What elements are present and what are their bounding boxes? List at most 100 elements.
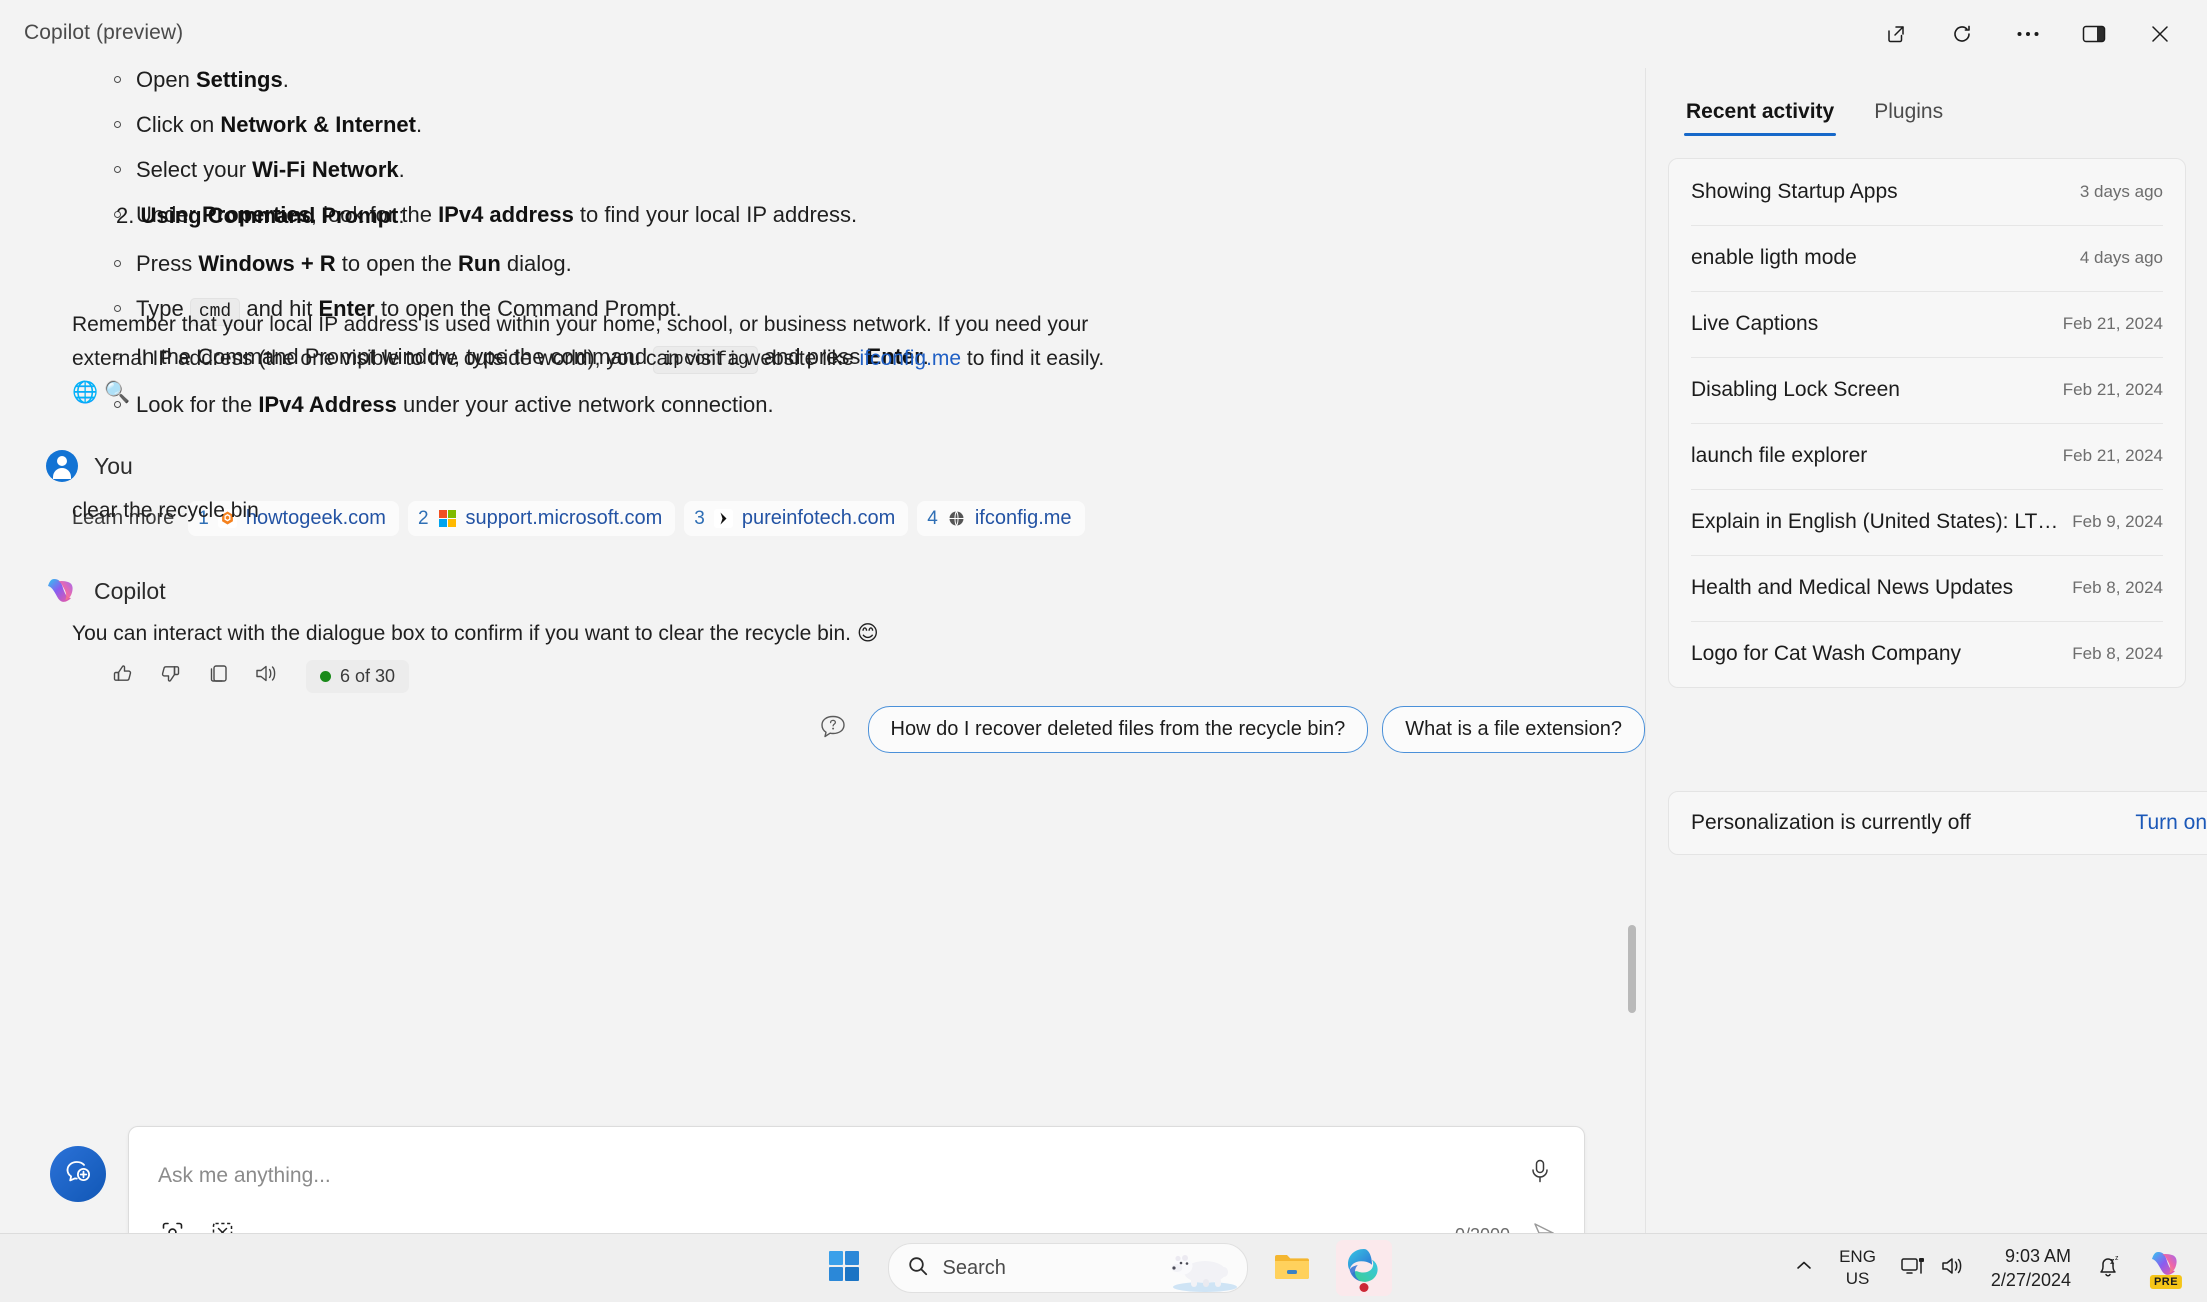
window-controls xyxy=(1863,7,2193,61)
step-bold-2: Run xyxy=(458,251,501,276)
title-bar: Copilot (preview) xyxy=(0,0,2207,68)
tab-recent-activity[interactable]: Recent activity xyxy=(1666,90,1854,140)
snip-scissors-icon xyxy=(210,1220,235,1234)
open-in-new-window-button[interactable] xyxy=(1863,7,1929,61)
activity-label: Explain in English (United States): LTPO… xyxy=(1691,510,2073,533)
activity-item-6[interactable]: Explain in English (United States): LTPO… xyxy=(1669,489,2185,555)
globe-favicon xyxy=(947,509,966,528)
activity-time: 4 days ago xyxy=(2079,248,2163,267)
copy-icon xyxy=(206,661,231,691)
activity-item-4[interactable]: Disabling Lock Screen Feb 21, 2024 xyxy=(1669,357,2185,423)
search-icon xyxy=(907,1255,929,1282)
refresh-button[interactable] xyxy=(1929,7,1995,61)
send-icon xyxy=(1531,1220,1557,1234)
taskbar-search-box[interactable]: Search xyxy=(887,1243,1248,1293)
copy-button[interactable] xyxy=(196,656,240,696)
send-button[interactable] xyxy=(1526,1217,1562,1234)
step-bold: Settings xyxy=(195,68,283,92)
activity-item-1[interactable]: Showing Startup Apps 3 days ago xyxy=(1669,159,2185,225)
split-pane-button[interactable] xyxy=(2061,7,2127,61)
assistant-message-header: Copilot xyxy=(44,574,166,608)
composer[interactable]: 0/2000 xyxy=(128,1126,1585,1234)
step-bold: Network & Internet xyxy=(220,112,416,137)
chevron-up-icon xyxy=(1793,1255,1815,1282)
personalization-card: Personalization is currently off Turn on xyxy=(1668,791,2207,855)
message-author: You xyxy=(94,452,133,479)
new-chat-bubble-plus-icon xyxy=(63,1157,93,1192)
citation-site: support.microsoft.com xyxy=(465,507,663,529)
activity-item-5[interactable]: launch file explorer Feb 21, 2024 xyxy=(1669,423,2185,489)
activity-time: Feb 8, 2024 xyxy=(2072,644,2163,663)
step-text: Open xyxy=(136,68,196,92)
more-options-button[interactable] xyxy=(1995,7,2061,61)
activity-label: Live Captions xyxy=(1691,312,1819,335)
language-indicator[interactable]: ENG US xyxy=(1829,1240,1886,1296)
list-title: Using Command Prompt xyxy=(140,203,399,228)
read-aloud-button[interactable] xyxy=(244,656,288,696)
thumbs-up-icon xyxy=(110,661,135,691)
windows-start-icon xyxy=(827,1249,861,1288)
activity-item-2[interactable]: enable ligth mode 4 days ago xyxy=(1669,225,2185,291)
copilot-tray-button[interactable]: PRE xyxy=(2137,1240,2195,1296)
citation-number: 4 xyxy=(927,507,938,529)
citation-chip-3[interactable]: 3 pureinfotech.com xyxy=(684,501,909,536)
polar-bear-image xyxy=(1163,1246,1241,1292)
turn-on-link[interactable]: Turn on xyxy=(2135,811,2207,835)
search-input[interactable] xyxy=(156,1163,1420,1189)
step-bold: Windows + R xyxy=(198,251,336,276)
ordered-list-item-2: 2. Using Command Prompt: xyxy=(116,198,405,234)
list-item: Click on Network & Internet. xyxy=(100,107,1550,143)
suggestion-chip-1[interactable]: How do I recover deleted files from the … xyxy=(867,706,1369,753)
thumbs-down-icon xyxy=(158,661,183,691)
open-external-icon xyxy=(1885,23,1907,45)
edge-icon xyxy=(1345,1247,1383,1290)
clock[interactable]: 9:03 AM 2/27/2024 xyxy=(1981,1240,2081,1296)
activity-label: launch file explorer xyxy=(1691,444,1868,467)
ifconfig-link[interactable]: ifconfig.me xyxy=(860,347,962,370)
new-chat-button[interactable] xyxy=(50,1146,106,1202)
close-button[interactable] xyxy=(2127,7,2193,61)
language-indicator-text: ENG US xyxy=(1839,1246,1876,1290)
response-counter: 6 of 30 xyxy=(306,659,410,693)
split-pane-icon xyxy=(2082,24,2106,44)
chat-scrollbar-thumb[interactable] xyxy=(1628,925,1636,1013)
activity-time: Feb 21, 2024 xyxy=(2062,314,2163,333)
start-button[interactable] xyxy=(816,1240,872,1296)
microphone-button[interactable] xyxy=(1520,1153,1560,1193)
activity-time: Feb 9, 2024 xyxy=(2072,512,2163,531)
step-mid: to open the xyxy=(335,251,458,276)
thumbs-up-button[interactable] xyxy=(100,656,144,696)
chat-scrollbar-track[interactable] xyxy=(1626,68,1638,1234)
microsoft-edge-button[interactable] xyxy=(1335,1240,1392,1296)
taskbar-search-placeholder: Search xyxy=(942,1256,1006,1279)
list-number: 2. xyxy=(116,203,135,228)
copilot-icon xyxy=(44,574,78,608)
suggestion-chip-2[interactable]: What is a file extension? xyxy=(1382,706,1645,753)
tray-overflow-button[interactable] xyxy=(1783,1240,1825,1296)
activity-item-8[interactable]: Logo for Cat Wash Company Feb 8, 2024 xyxy=(1669,621,2185,687)
user-message-text: clear the recycle bin xyxy=(72,499,259,522)
activity-item-7[interactable]: Health and Medical News Updates Feb 8, 2… xyxy=(1669,555,2185,621)
activity-item-3[interactable]: Live Captions Feb 21, 2024 xyxy=(1669,291,2185,357)
snip-screenshot-button[interactable] xyxy=(201,1216,243,1234)
citation-chip-4[interactable]: 4 ifconfig.me xyxy=(917,501,1085,536)
notifications-button[interactable]: zz xyxy=(2085,1240,2133,1296)
copilot-window: Copilot (preview) Open Settings. Click o… xyxy=(0,0,2207,1302)
step-tail: . xyxy=(282,68,289,92)
network-volume-button[interactable] xyxy=(1890,1240,1977,1296)
tab-plugins[interactable]: Plugins xyxy=(1854,90,1963,140)
activity-label: Showing Startup Apps xyxy=(1691,180,1898,203)
system-tray: ENG US 9:03 AM 2/27/2024 z z PRE xyxy=(1783,1234,2195,1302)
status-dot-icon xyxy=(320,670,331,682)
citation-chip-2[interactable]: 2 support.microsoft.com xyxy=(407,501,676,536)
thumbs-down-button[interactable] xyxy=(148,656,192,696)
volume-icon xyxy=(1940,1254,1967,1283)
ellipsis-icon xyxy=(2016,30,2040,38)
close-icon xyxy=(2149,23,2171,45)
microphone-icon xyxy=(1528,1158,1552,1189)
scan-camera-button[interactable] xyxy=(151,1216,193,1234)
file-explorer-button[interactable] xyxy=(1264,1240,1320,1296)
chat-scroll-area[interactable]: Open Settings. Click on Network & Intern… xyxy=(0,68,1645,1234)
step-tail-2: to find your local IP address. xyxy=(573,202,858,227)
language-line-1: ENG xyxy=(1839,1247,1876,1266)
